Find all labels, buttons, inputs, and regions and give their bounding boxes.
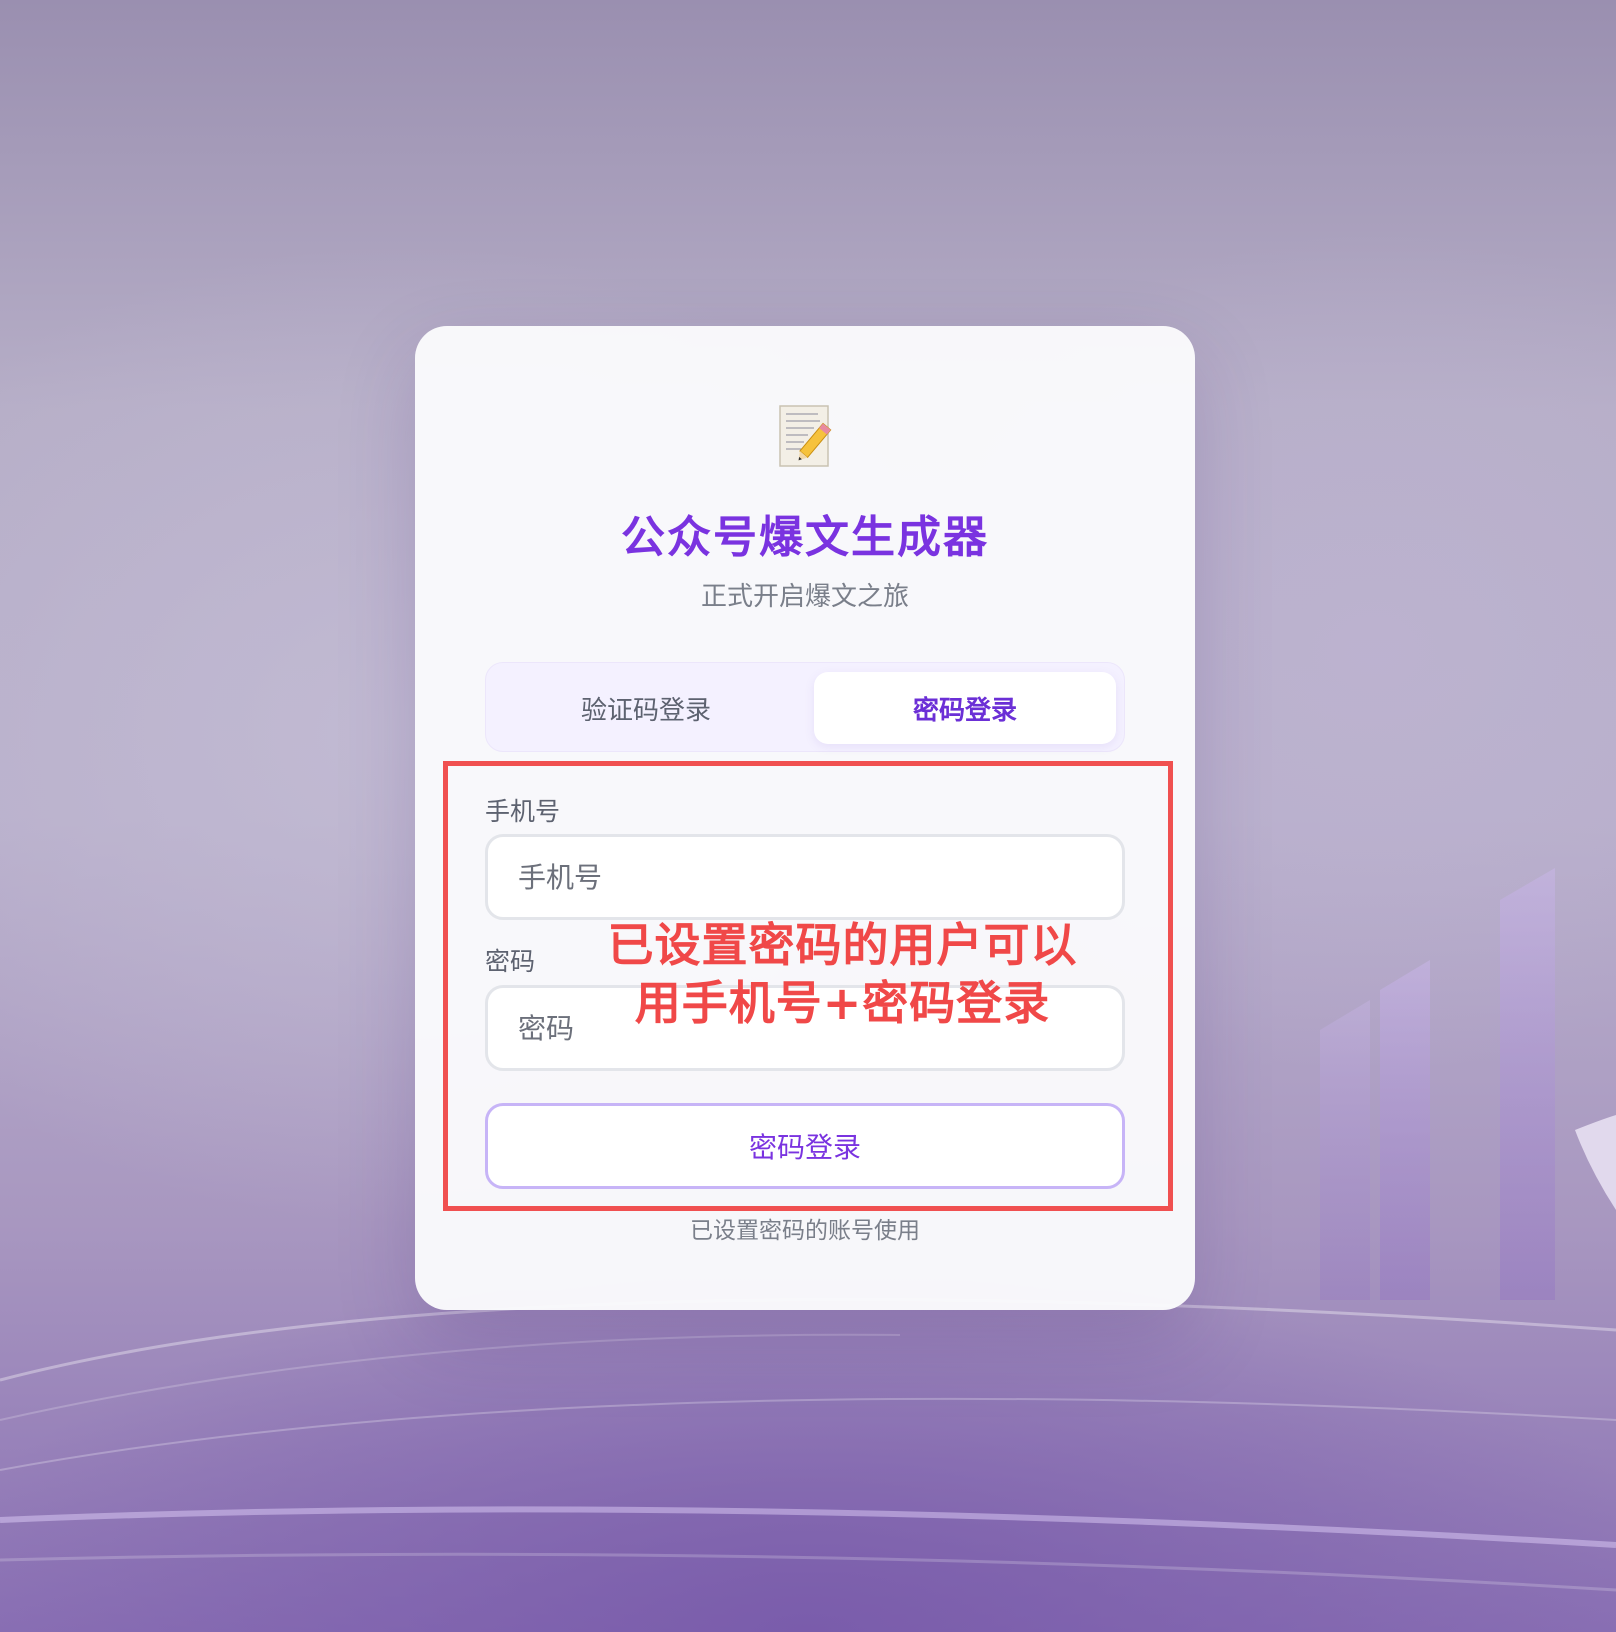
- app-title: 公众号爆文生成器: [621, 512, 989, 563]
- tab-sms-login[interactable]: 验证码登录: [495, 672, 797, 744]
- app-subtitle: 正式开启爆文之旅: [700, 582, 909, 612]
- login-card: 公众号爆文生成器 正式开启爆文之旅 验证码登录 密码登录 手机号 密码 密码登录…: [415, 326, 1195, 1310]
- tab-password-login[interactable]: 密码登录: [814, 672, 1116, 744]
- phone-input[interactable]: [485, 834, 1125, 920]
- annotation-line-2: 用手机号+密码登录: [634, 976, 1051, 1030]
- footnote-text: 已设置密码的账号使用: [690, 1218, 920, 1244]
- annotation-line-1: 已设置密码的用户可以: [607, 918, 1078, 972]
- password-login-button[interactable]: 密码登录: [485, 1103, 1125, 1189]
- memo-pencil-icon: [778, 404, 834, 468]
- phone-label: 手机号: [485, 797, 561, 826]
- login-mode-tabs: 验证码登录 密码登录: [485, 662, 1125, 752]
- password-label: 密码: [485, 947, 536, 976]
- annotation-text: 已设置密码的用户可以 用手机号+密码登录: [560, 916, 1125, 1032]
